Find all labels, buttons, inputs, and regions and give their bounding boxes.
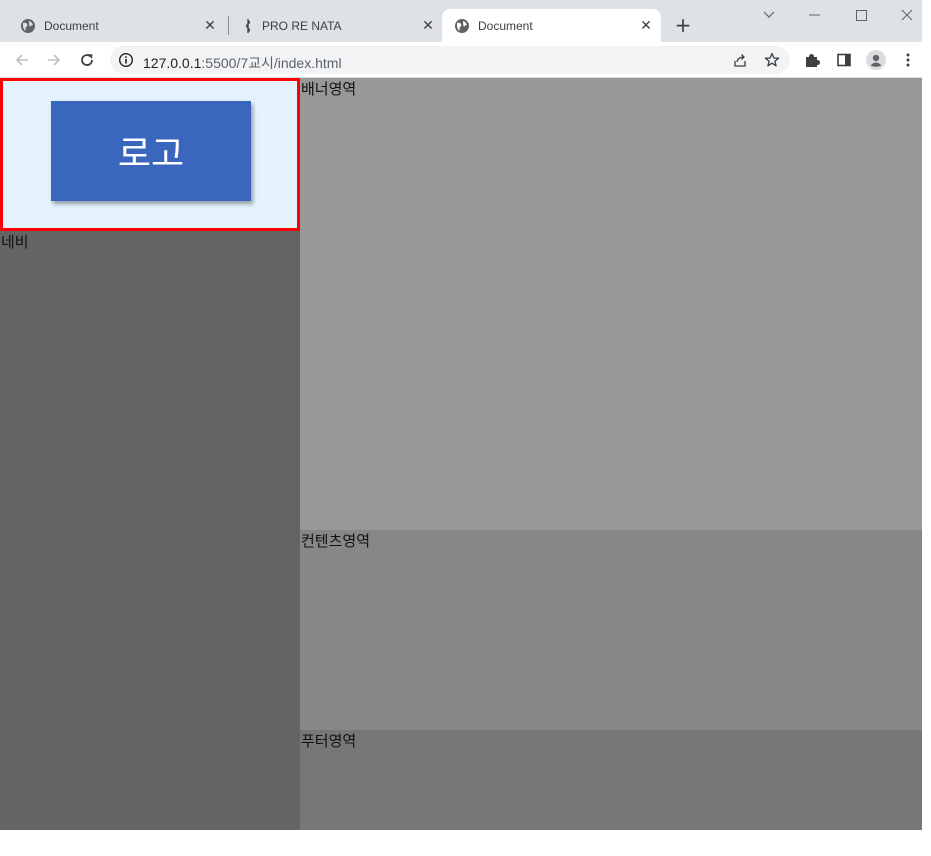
info-icon[interactable] — [118, 52, 134, 68]
close-icon[interactable]: ✕ — [638, 17, 654, 33]
profile-avatar-icon[interactable] — [866, 50, 886, 70]
tab-title: Document — [44, 19, 99, 33]
banner-area: 배너영역 — [300, 78, 922, 530]
tab-pro-re-nata[interactable]: PRO RE NATA ✕ — [228, 9, 440, 42]
footer-label: 푸터영역 — [301, 732, 357, 750]
browser-toolbar: 127.0.0.1:5500/7교시/index.html — [0, 42, 922, 78]
nav-label: 네비 — [1, 233, 29, 251]
close-icon[interactable]: ✕ — [202, 17, 218, 33]
tab-strip: Document ✕ PRO RE NATA ✕ Document ✕ + — [0, 0, 922, 42]
close-window-button[interactable] — [897, 6, 917, 24]
contents-area: 컨텐츠영역 — [300, 530, 922, 730]
tab-document-2[interactable]: Document ✕ — [442, 9, 661, 42]
url-path: :5500/7교시/index.html — [201, 55, 342, 71]
address-bar[interactable]: 127.0.0.1:5500/7교시/index.html — [110, 46, 790, 74]
footer-area: 푸터영역 — [300, 730, 922, 830]
star-icon[interactable] — [762, 50, 782, 70]
reload-button[interactable] — [77, 50, 97, 70]
forward-button[interactable] — [44, 50, 64, 70]
side-panel-icon[interactable] — [834, 50, 854, 70]
tab-title: PRO RE NATA — [262, 19, 342, 33]
new-tab-button[interactable]: + — [673, 15, 693, 35]
page-viewport: 로고 네비 배너영역 컨텐츠영역 푸터영역 — [0, 78, 922, 830]
url-host: 127.0.0.1 — [143, 55, 202, 71]
maximize-button[interactable] — [851, 6, 871, 24]
rod-of-asclepius-icon — [245, 19, 251, 33]
banner-label: 배너영역 — [301, 80, 357, 98]
contents-label: 컨텐츠영역 — [301, 532, 371, 550]
tab-title: Document — [478, 19, 533, 33]
back-button[interactable] — [12, 50, 32, 70]
share-icon[interactable] — [730, 50, 750, 70]
tab-document-1[interactable]: Document ✕ — [8, 9, 224, 42]
minimize-button[interactable] — [805, 6, 825, 24]
logo[interactable]: 로고 — [51, 101, 251, 201]
url-text: 127.0.0.1:5500/7교시/index.html — [143, 53, 342, 73]
extensions-icon[interactable] — [802, 50, 822, 70]
more-menu-icon[interactable] — [898, 50, 918, 70]
window-edge — [922, 0, 931, 856]
globe-icon — [21, 19, 35, 33]
close-icon[interactable]: ✕ — [420, 17, 436, 33]
globe-icon — [455, 19, 469, 33]
logo-area: 로고 — [0, 78, 300, 231]
nav-area: 네비 — [0, 231, 300, 830]
tab-search-chevron-down-icon[interactable] — [759, 6, 779, 24]
